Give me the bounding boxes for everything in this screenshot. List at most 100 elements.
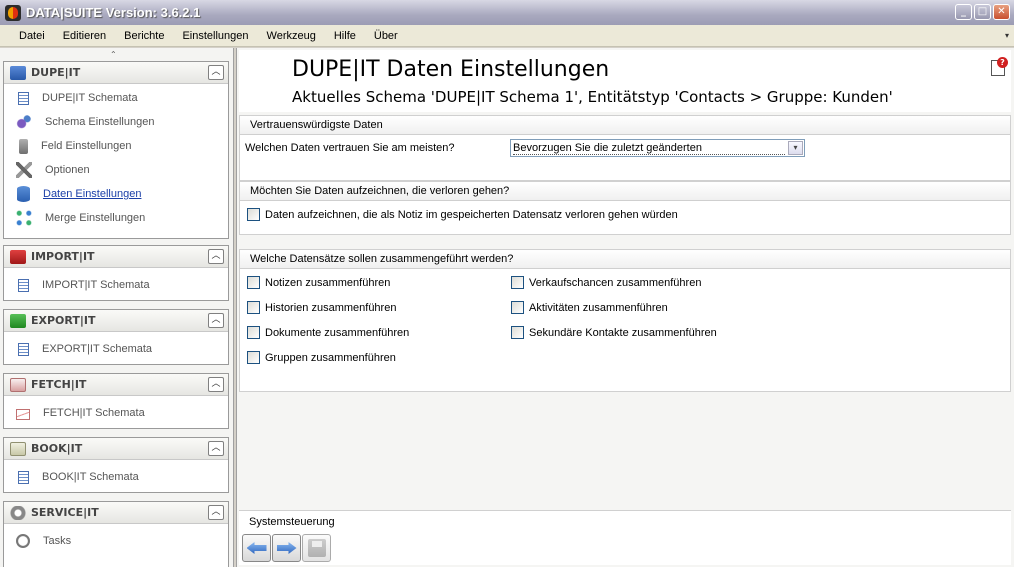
save-button[interactable] bbox=[302, 534, 331, 562]
title-bar: DATA|SUITE Version: 3.6.2.1 _ □ ✕ bbox=[0, 0, 1014, 25]
panel-dupeit: DUPE|IT ︿ DUPE|IT Schemata Schema Einste… bbox=[3, 61, 229, 239]
sidebar-item-label: Schema Einstellungen bbox=[45, 116, 155, 128]
collapse-icon[interactable]: ︿ bbox=[208, 377, 224, 392]
gears-icon bbox=[16, 114, 32, 130]
merge-opportunities-option[interactable]: Verkaufschancen zusammenführen bbox=[511, 276, 701, 289]
panel-title: IMPORT|IT bbox=[31, 250, 95, 263]
sidebar-item-tasks[interactable]: Tasks bbox=[4, 529, 228, 553]
scroll-up-icon[interactable]: ⌃ bbox=[110, 50, 117, 59]
trust-select[interactable]: Bevorzugen Sie die zuletzt geänderten ▾ bbox=[510, 139, 805, 157]
close-icon[interactable]: ✕ bbox=[993, 4, 1010, 20]
minimize-icon[interactable]: _ bbox=[955, 4, 972, 20]
panel-header[interactable]: BOOK|IT ︿ bbox=[4, 438, 228, 460]
menu-datei[interactable]: Datei bbox=[10, 30, 54, 42]
sidebar-item-importit-schemata[interactable]: IMPORT|IT Schemata bbox=[4, 273, 228, 297]
panel-header[interactable]: FETCH|IT ︿ bbox=[4, 374, 228, 396]
arrow-left-icon bbox=[246, 542, 267, 554]
panel-importit: IMPORT|IT ︿ IMPORT|IT Schemata bbox=[3, 245, 229, 301]
sidebar-item-dupeit-schemata[interactable]: DUPE|IT Schemata bbox=[4, 86, 228, 110]
collapse-icon[interactable]: ︿ bbox=[208, 505, 224, 520]
panel-header[interactable]: DUPE|IT ︿ bbox=[4, 62, 228, 84]
menu-einstellungen[interactable]: Einstellungen bbox=[173, 30, 257, 42]
merge-notes-checkbox[interactable] bbox=[247, 276, 260, 289]
sidebar-item-daten-einstellungen[interactable]: Daten Einstellungen bbox=[4, 182, 228, 206]
panel-header[interactable]: EXPORT|IT ︿ bbox=[4, 310, 228, 332]
control-panel: Systemsteuerung bbox=[239, 510, 1011, 565]
arrow-right-icon bbox=[276, 542, 297, 554]
panel-exportit: EXPORT|IT ︿ EXPORT|IT Schemata bbox=[3, 309, 229, 365]
merge-documents-option[interactable]: Dokumente zusammenführen bbox=[247, 326, 409, 339]
sidebar-item-label: Daten Einstellungen bbox=[43, 188, 142, 200]
checkbox-label: Dokumente zusammenführen bbox=[265, 326, 410, 339]
service-icon bbox=[10, 505, 26, 520]
section-title: Vertrauenswürdigste Daten bbox=[240, 116, 1010, 135]
merge-secondary-contacts-checkbox[interactable] bbox=[511, 326, 524, 339]
panel-serviceit: SERVICE|IT ︿ Tasks bbox=[3, 501, 229, 567]
page-header: DUPE|IT Daten Einstellungen Aktuelles Sc… bbox=[239, 50, 1011, 112]
collapse-icon[interactable]: ︿ bbox=[208, 441, 224, 456]
section-title: Möchten Sie Daten aufzeichnen, die verlo… bbox=[240, 182, 1010, 201]
phone-icon bbox=[19, 138, 28, 154]
dupeit-icon bbox=[10, 65, 26, 80]
back-button[interactable] bbox=[242, 534, 271, 562]
sidebar-item-merge-einstellungen[interactable]: Merge Einstellungen bbox=[4, 206, 228, 230]
sidebar-item-label: IMPORT|IT Schemata bbox=[42, 279, 150, 291]
merge-activities-checkbox[interactable] bbox=[511, 301, 524, 314]
maximize-icon[interactable]: □ bbox=[974, 4, 991, 20]
fetch-icon bbox=[10, 377, 26, 392]
menu-ueber[interactable]: Über bbox=[365, 30, 407, 42]
panel-title: EXPORT|IT bbox=[31, 314, 96, 327]
menu-berichte[interactable]: Berichte bbox=[115, 30, 173, 42]
merge-icon bbox=[16, 210, 32, 226]
panel-header[interactable]: SERVICE|IT ︿ bbox=[4, 502, 228, 524]
trust-question-label: Welchen Daten vertrauen Sie am meisten? bbox=[245, 142, 455, 154]
section-trusted-data: Vertrauenswürdigste Daten Welchen Daten … bbox=[239, 115, 1011, 181]
merge-groups-option[interactable]: Gruppen zusammenführen bbox=[247, 351, 396, 364]
checkbox-label: Historien zusammenführen bbox=[265, 301, 397, 314]
checkbox-label: Verkaufschancen zusammenführen bbox=[529, 276, 702, 289]
list-icon bbox=[18, 91, 29, 105]
record-lost-data-checkbox[interactable] bbox=[247, 208, 260, 221]
menu-editieren[interactable]: Editieren bbox=[54, 30, 115, 42]
menu-werkzeug[interactable]: Werkzeug bbox=[258, 30, 325, 42]
merge-activities-option[interactable]: Aktivitäten zusammenführen bbox=[511, 301, 668, 314]
sidebar-item-schema-einstellungen[interactable]: Schema Einstellungen bbox=[4, 110, 228, 134]
save-icon bbox=[307, 539, 326, 557]
sidebar-item-label: Optionen bbox=[45, 164, 90, 176]
sidebar-item-feld-einstellungen[interactable]: Feld Einstellungen bbox=[4, 134, 228, 158]
panel-header[interactable]: IMPORT|IT ︿ bbox=[4, 246, 228, 268]
sidebar-item-label: Tasks bbox=[43, 535, 72, 547]
page-title: DUPE|IT Daten Einstellungen bbox=[292, 57, 610, 82]
list-icon bbox=[18, 278, 29, 292]
checkbox-label: Notizen zusammenführen bbox=[265, 276, 391, 289]
scroll-down-icon[interactable]: ⌄ bbox=[110, 562, 117, 567]
chevron-down-icon[interactable]: ▾ bbox=[1002, 28, 1012, 44]
sidebar-item-exportit-schemata[interactable]: EXPORT|IT Schemata bbox=[4, 337, 228, 361]
collapse-icon[interactable]: ︿ bbox=[208, 313, 224, 328]
database-icon bbox=[17, 186, 30, 202]
panel-title: SERVICE|IT bbox=[31, 506, 99, 519]
collapse-icon[interactable]: ︿ bbox=[208, 249, 224, 264]
export-icon bbox=[10, 313, 26, 328]
panel-title: DUPE|IT bbox=[31, 66, 81, 79]
merge-histories-checkbox[interactable] bbox=[247, 301, 260, 314]
sidebar-item-bookit-schemata[interactable]: BOOK|IT Schemata bbox=[4, 465, 228, 489]
merge-documents-checkbox[interactable] bbox=[247, 326, 260, 339]
merge-notes-option[interactable]: Notizen zusammenführen bbox=[247, 276, 390, 289]
section-title: Welche Datensätze sollen zusammengeführt… bbox=[240, 250, 1010, 269]
record-lost-data-option[interactable]: Daten aufzeichnen, die als Notiz im gesp… bbox=[247, 208, 678, 221]
help-icon[interactable] bbox=[991, 57, 1008, 76]
merge-secondary-contacts-option[interactable]: Sekundäre Kontakte zusammenführen bbox=[511, 326, 717, 339]
chevron-down-icon[interactable]: ▾ bbox=[788, 141, 803, 155]
sidebar-item-fetchit-schemata[interactable]: FETCH|IT Schemata bbox=[4, 401, 228, 425]
checkbox-label: Gruppen zusammenführen bbox=[265, 351, 396, 364]
merge-opportunities-checkbox[interactable] bbox=[511, 276, 524, 289]
merge-groups-checkbox[interactable] bbox=[247, 351, 260, 364]
merge-histories-option[interactable]: Historien zusammenführen bbox=[247, 301, 396, 314]
menu-hilfe[interactable]: Hilfe bbox=[325, 30, 365, 42]
sidebar-item-label: DUPE|IT Schemata bbox=[42, 92, 138, 104]
sidebar-item-optionen[interactable]: Optionen bbox=[4, 158, 228, 182]
forward-button[interactable] bbox=[272, 534, 301, 562]
collapse-icon[interactable]: ︿ bbox=[208, 65, 224, 80]
panel-title: BOOK|IT bbox=[31, 442, 83, 455]
